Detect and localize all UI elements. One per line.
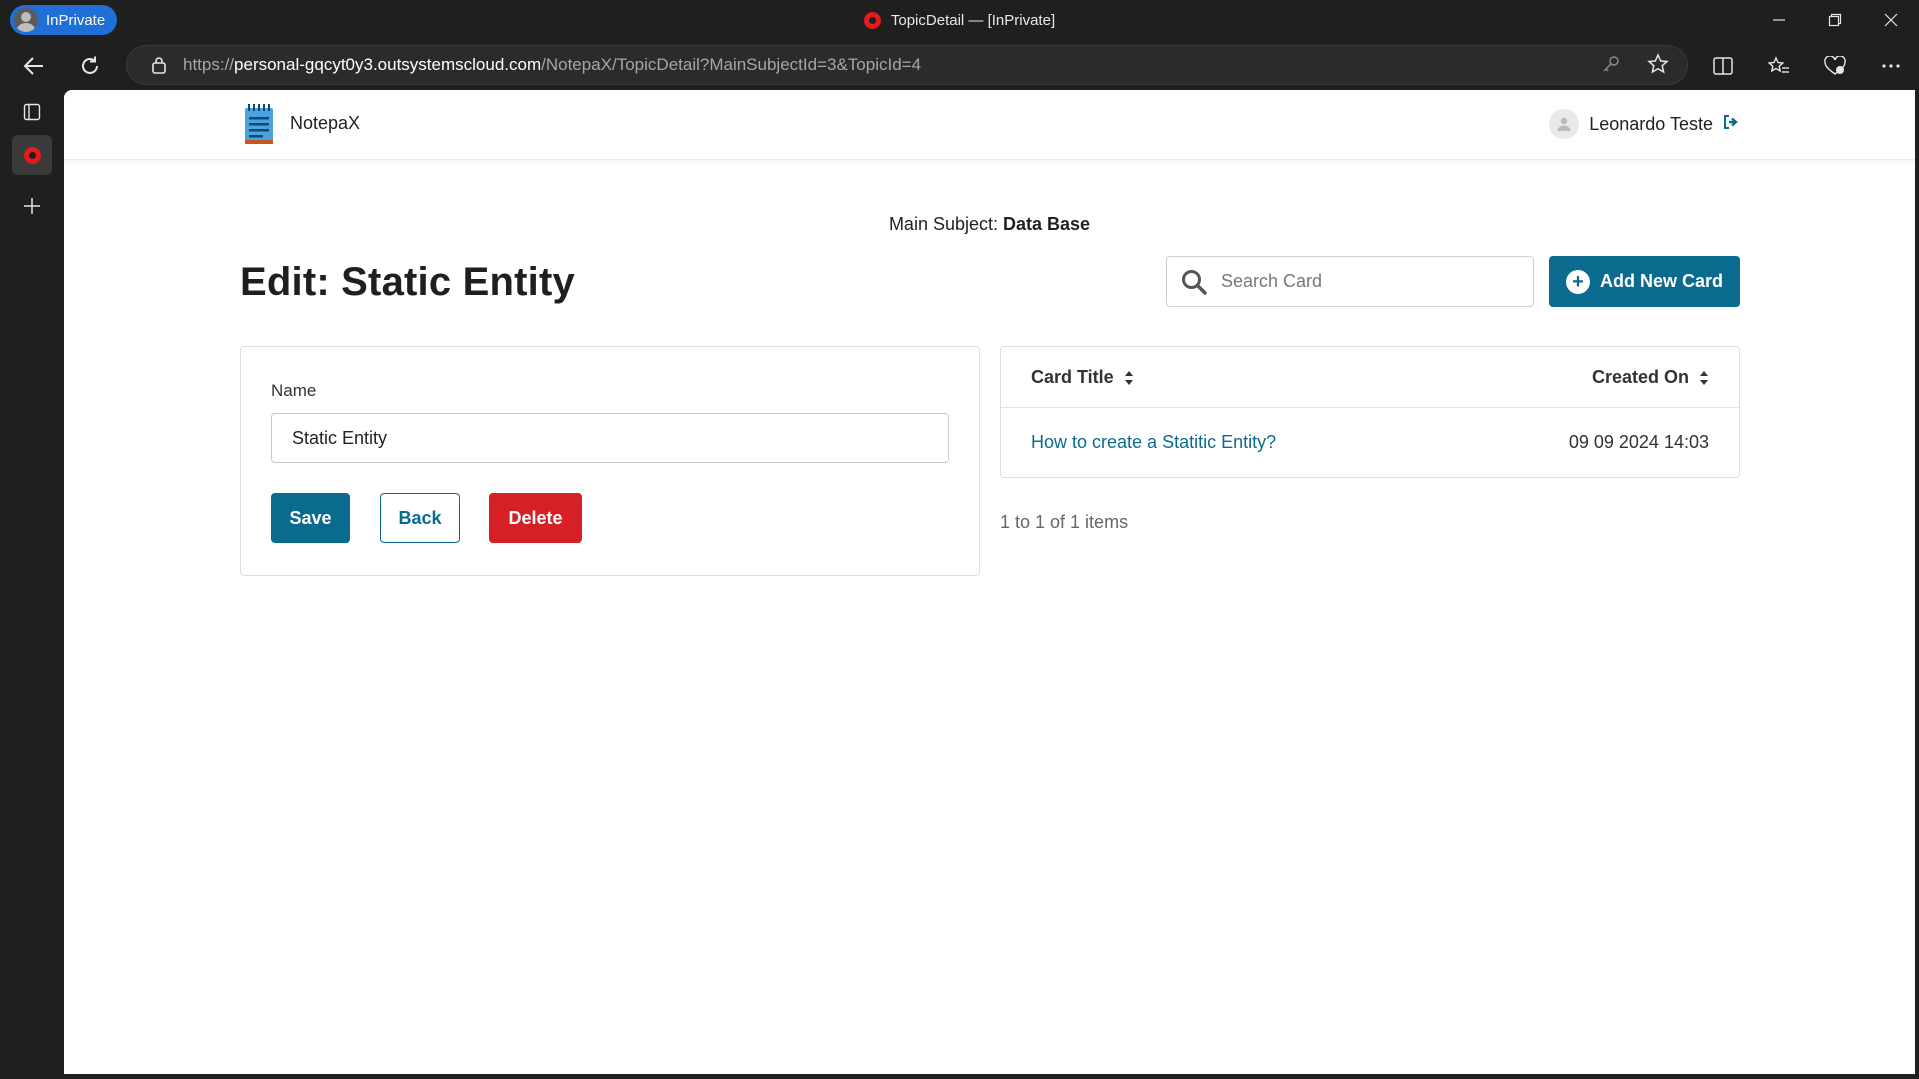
url-text[interactable]: https://personal-gqcyt0y3.outsystemsclou… [183, 55, 921, 75]
notepad-logo-icon[interactable] [244, 104, 274, 146]
search-card-input[interactable] [1221, 271, 1501, 292]
browser-essentials-icon[interactable] [1807, 48, 1863, 84]
main-subject-prefix: Main Subject: [888, 214, 998, 234]
window-controls [1751, 0, 1919, 40]
favorites-list-icon[interactable] [1751, 48, 1807, 84]
split-screen-icon[interactable] [1695, 48, 1751, 84]
column-header-card-title[interactable]: Card Title [1031, 367, 1134, 388]
user-avatar-icon [1549, 109, 1580, 139]
cards-table: Card Title Created On How to create a St… [1000, 346, 1740, 478]
minimize-icon[interactable] [1751, 0, 1807, 40]
sort-icon [1700, 370, 1708, 385]
user-menu[interactable]: Leonardo Teste [1549, 109, 1739, 139]
new-tab-plus-icon[interactable] [12, 186, 52, 226]
web-page: NotepaX Leonardo Teste Main Subject: Dat… [64, 90, 1915, 1074]
inprivate-label: InPrivate [46, 11, 106, 29]
topic-form-card: Name Save Back Delete [240, 346, 980, 576]
close-icon[interactable] [1863, 0, 1919, 40]
card-created-on: 09 09 2024 14:03 [1568, 432, 1709, 452]
app-header: NotepaX Leonardo Teste [64, 90, 1915, 160]
favorite-star-icon[interactable] [1647, 52, 1669, 80]
pagination-info: 1 to 1 of 1 items [1000, 512, 1129, 532]
back-arrow-icon[interactable] [16, 48, 52, 84]
user-name: Leonardo Teste [1589, 113, 1713, 134]
browser-toolbar: https://personal-gqcyt0y3.outsystemsclou… [0, 40, 1919, 90]
browser-title-bar: InPrivate TopicDetail — [InPrivate] [0, 0, 1919, 40]
recording-icon [863, 11, 881, 29]
profile-avatar-icon [14, 8, 38, 32]
name-input[interactable] [271, 413, 949, 463]
card-title-link[interactable]: How to create a Statitic Entity? [1031, 432, 1276, 453]
search-card-box[interactable] [1166, 256, 1534, 307]
main-subject: Main Subject: Data Base [64, 214, 1915, 235]
lock-icon[interactable] [149, 55, 169, 75]
sort-icon [1124, 370, 1133, 385]
refresh-icon[interactable] [72, 48, 108, 84]
column-header-created-on[interactable]: Created On [1592, 367, 1709, 388]
page-title: Edit: Static Entity [240, 260, 575, 304]
main-subject-name: Data Base [1003, 214, 1091, 234]
window-title-text: TopicDetail — [InPrivate] [890, 11, 1056, 29]
search-icon [1179, 267, 1209, 297]
save-button[interactable]: Save [271, 493, 350, 543]
back-button[interactable]: Back [380, 493, 460, 543]
active-tab-icon[interactable] [12, 135, 52, 175]
delete-button[interactable]: Delete [489, 493, 582, 543]
name-field-label: Name [271, 381, 317, 400]
key-icon[interactable] [1601, 54, 1621, 79]
address-bar[interactable]: https://personal-gqcyt0y3.outsystemsclou… [126, 45, 1688, 85]
logout-icon[interactable] [1723, 114, 1739, 135]
table-header: Card Title Created On [1001, 347, 1739, 408]
plus-circle-icon: + [1565, 269, 1590, 294]
add-new-card-button[interactable]: + Add New Card [1549, 256, 1740, 307]
inprivate-profile-button[interactable]: InPrivate [10, 5, 118, 35]
add-new-card-label: Add New Card [1599, 271, 1723, 291]
tab-actions-icon[interactable] [12, 92, 52, 132]
vertical-tab-sidebar [0, 90, 64, 1079]
window-title: TopicDetail — [InPrivate] [0, 0, 1919, 40]
restore-icon[interactable] [1807, 0, 1863, 40]
app-name[interactable]: NotepaX [290, 113, 360, 134]
more-options-icon[interactable] [1863, 48, 1919, 84]
